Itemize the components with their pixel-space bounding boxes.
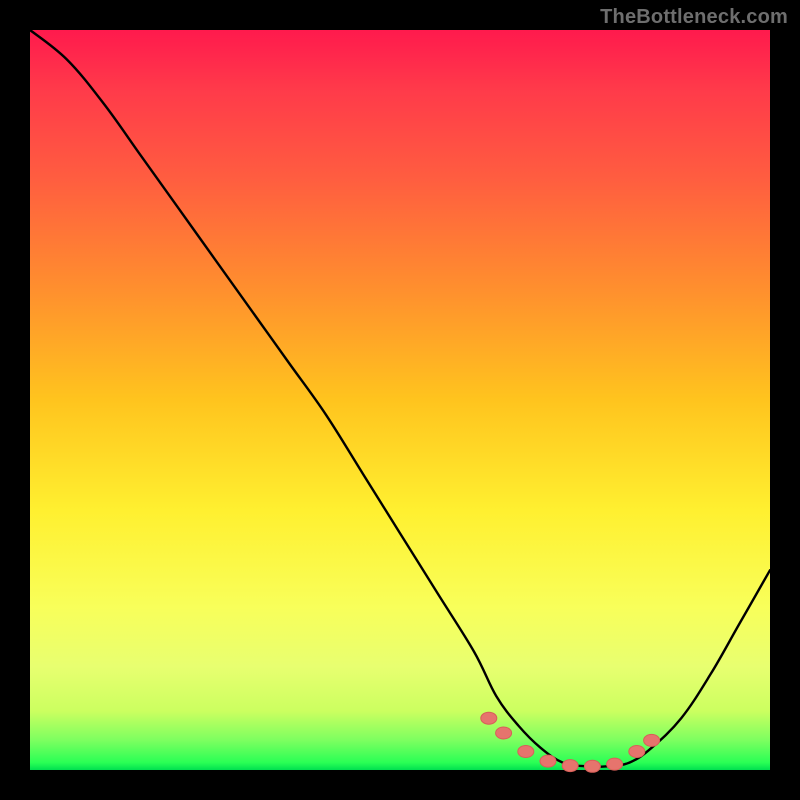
watermark-text: TheBottleneck.com — [600, 6, 788, 29]
curve-marker — [584, 760, 600, 772]
curve-marker — [607, 758, 623, 770]
plot-area — [30, 30, 770, 770]
curve-marker — [562, 760, 578, 772]
chart-frame: TheBottleneck.com — [0, 0, 800, 800]
curve-marker — [644, 734, 660, 746]
curve-marker — [629, 746, 645, 758]
curve-marker — [540, 755, 556, 767]
curve-markers — [481, 712, 660, 772]
curve-marker — [518, 746, 534, 758]
bottleneck-curve — [30, 30, 770, 767]
curve-marker — [481, 712, 497, 724]
curve-svg — [30, 30, 770, 770]
curve-marker — [496, 727, 512, 739]
